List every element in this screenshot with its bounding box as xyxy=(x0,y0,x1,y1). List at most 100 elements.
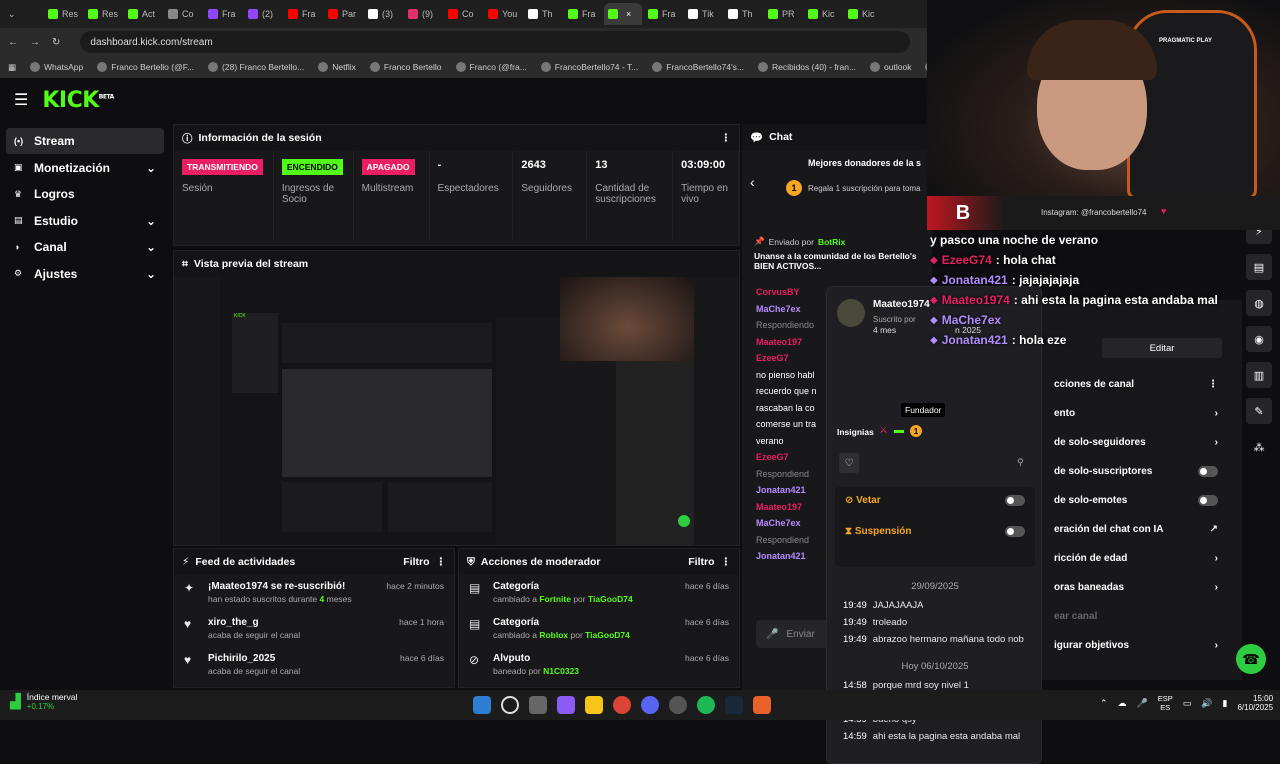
document-icon[interactable]: ▤ xyxy=(1246,254,1272,280)
settings-row[interactable]: de solo-suscriptores xyxy=(1042,457,1230,486)
network-icon[interactable]: ☁ xyxy=(1118,698,1127,709)
bookmark-item[interactable]: (28) Franco Bertello... xyxy=(208,62,304,72)
bookmark-item[interactable]: Franco (@fra... xyxy=(455,62,527,72)
pin-icon[interactable]: ⚲ xyxy=(1017,457,1024,468)
browser-tab[interactable]: (9) xyxy=(404,3,442,25)
donor-cta[interactable]: Regala 1 suscripción para toma xyxy=(808,184,921,193)
follow-heart-icon[interactable]: ♡ xyxy=(839,453,859,473)
suspend-toggle[interactable] xyxy=(1005,526,1025,537)
chat-bubble-icon[interactable]: ◍ xyxy=(1246,290,1272,316)
reload-icon[interactable]: ↻ xyxy=(52,37,60,48)
apps-icon[interactable]: ▦ xyxy=(8,62,16,73)
browser-tab[interactable]: Kic xyxy=(844,3,882,25)
feed-filter-button[interactable]: Filtro xyxy=(403,556,429,568)
chrome-icon[interactable] xyxy=(613,696,631,714)
settings-row[interactable]: ento › xyxy=(1042,399,1230,428)
clock[interactable]: 15:00 6/10/2025 xyxy=(1237,694,1273,712)
help-icon[interactable]: ☎ xyxy=(1236,644,1266,674)
more-icon[interactable]: ⋮ xyxy=(436,556,447,568)
battery-icon[interactable]: ▮ xyxy=(1223,698,1228,709)
sidebar-item-ajustes[interactable]: ⚙ Ajustes ⌄ xyxy=(6,261,164,287)
back-icon[interactable]: ← xyxy=(8,37,18,48)
bookmark-item[interactable]: FrancoBertello74 - T... xyxy=(540,62,638,72)
bookmark-item[interactable]: outlook xyxy=(870,62,911,72)
settings-row[interactable]: de solo-emotes xyxy=(1042,486,1230,515)
brave-icon[interactable] xyxy=(753,696,771,714)
bookmark-item[interactable]: Netflix xyxy=(318,62,356,72)
more-icon[interactable]: ⋮ xyxy=(1208,379,1218,390)
mic-icon[interactable]: 🎤 xyxy=(1137,698,1148,709)
settings-toggle[interactable] xyxy=(1198,466,1218,477)
app-icon[interactable] xyxy=(557,696,575,714)
settings-row[interactable]: igurar objetivos › xyxy=(1042,631,1230,660)
browser-tab[interactable]: Res xyxy=(44,3,82,25)
chevron-left-icon[interactable]: ‹ xyxy=(750,174,755,190)
language-indicator[interactable]: ESP ES xyxy=(1158,694,1173,712)
stock-widget[interactable]: ▟ Índice merval +0.17% xyxy=(10,692,77,711)
bookmark-item[interactable]: WhatsApp xyxy=(30,62,83,72)
browser-tab[interactable]: Par xyxy=(324,3,362,25)
veto-toggle[interactable] xyxy=(1005,495,1025,506)
browser-tab[interactable]: Tik xyxy=(684,3,722,25)
discord-icon[interactable] xyxy=(641,696,659,714)
browser-tab[interactable]: (2) xyxy=(244,3,282,25)
settings-row[interactable]: de solo-seguidores › xyxy=(1042,428,1230,457)
browser-tab[interactable]: Res xyxy=(84,3,122,25)
nodes-icon[interactable]: ⁂ xyxy=(1246,434,1272,460)
browser-tab[interactable]: Th xyxy=(524,3,562,25)
browser-tab[interactable]: (3) xyxy=(364,3,402,25)
settings-row[interactable]: eración del chat con IA ↗ xyxy=(1042,515,1230,544)
founder-badge-icon[interactable]: 1 xyxy=(909,425,922,437)
settings-row[interactable]: ricción de edad › xyxy=(1042,544,1230,573)
sidebar-item-logros[interactable]: ♛ Logros xyxy=(6,181,164,207)
task-view-icon[interactable] xyxy=(529,696,547,714)
browser-tab[interactable]: Fra xyxy=(204,3,242,25)
mod-filter-button[interactable]: Filtro xyxy=(688,556,714,568)
mic-icon[interactable]: 🎤 xyxy=(766,629,778,640)
bookmark-item[interactable]: Recibidos (40) - fran... xyxy=(757,62,856,72)
browser-tab[interactable]: Fra xyxy=(644,3,682,25)
browser-tab[interactable]: Kic xyxy=(804,3,842,25)
bookmark-item[interactable]: FrancoBertello74's... xyxy=(652,62,744,72)
url-field[interactable]: dashboard.kick.com/stream xyxy=(80,31,911,53)
more-icon[interactable]: ⋮ xyxy=(721,132,732,144)
menu-icon[interactable]: ☰ xyxy=(14,90,28,110)
monitor-icon[interactable]: ▭ xyxy=(1183,698,1192,709)
spotify-icon[interactable] xyxy=(697,696,715,714)
sidebar-item-canal[interactable]: ◑ Canal ⌄ xyxy=(6,234,164,260)
volume-icon[interactable]: 🔊 xyxy=(1201,698,1212,709)
tab-close-icon[interactable]: × xyxy=(626,9,631,19)
tab-list-button[interactable]: ⌄ xyxy=(4,3,42,25)
settings-toggle[interactable] xyxy=(1198,495,1218,506)
bookmark-item[interactable]: Franco Bertello (@F... xyxy=(97,62,194,72)
sidebar-item-monetización[interactable]: ▣ Monetización ⌄ xyxy=(6,155,164,181)
avatar[interactable] xyxy=(837,299,865,327)
sidebar-item-estudio[interactable]: ▤ Estudio ⌄ xyxy=(6,208,164,234)
more-icon[interactable]: ⋮ xyxy=(721,556,732,568)
steam-icon[interactable] xyxy=(725,696,743,714)
broadcast-icon[interactable]: ◉ xyxy=(1246,326,1272,352)
settings-row[interactable]: oras baneadas › xyxy=(1042,573,1230,602)
browser-tab[interactable]: Fra xyxy=(284,3,322,25)
browser-tab[interactable]: Th xyxy=(724,3,762,25)
windows-start-icon[interactable] xyxy=(473,696,491,714)
browser-tab[interactable]: Co xyxy=(164,3,202,25)
browser-tab[interactable]: Co xyxy=(444,3,482,25)
settings-row[interactable]: cciones de canal ⋮ xyxy=(1042,370,1230,399)
browser-tab[interactable]: Fra xyxy=(564,3,602,25)
kick-logo[interactable]: KICKBETA xyxy=(42,88,114,113)
forward-icon[interactable]: → xyxy=(30,37,40,48)
storage-icon[interactable]: ▥ xyxy=(1246,362,1272,388)
wrench-icon[interactable]: ✎ xyxy=(1246,398,1272,424)
file-explorer-icon[interactable] xyxy=(585,696,603,714)
stream-preview-video[interactable]: KICK xyxy=(220,277,694,545)
chevron-up-icon[interactable]: ⌃ xyxy=(1100,698,1108,709)
app-icon-2[interactable] xyxy=(669,696,687,714)
bookmark-item[interactable]: Franco Bertello xyxy=(369,62,442,72)
browser-tab[interactable]: Act xyxy=(124,3,162,25)
browser-tab[interactable]: PR xyxy=(764,3,802,25)
browser-tab[interactable]: You xyxy=(484,3,522,25)
search-icon[interactable] xyxy=(501,696,519,714)
sidebar-item-stream[interactable]: (•) Stream xyxy=(6,128,164,154)
browser-tab[interactable]: × xyxy=(604,3,643,25)
